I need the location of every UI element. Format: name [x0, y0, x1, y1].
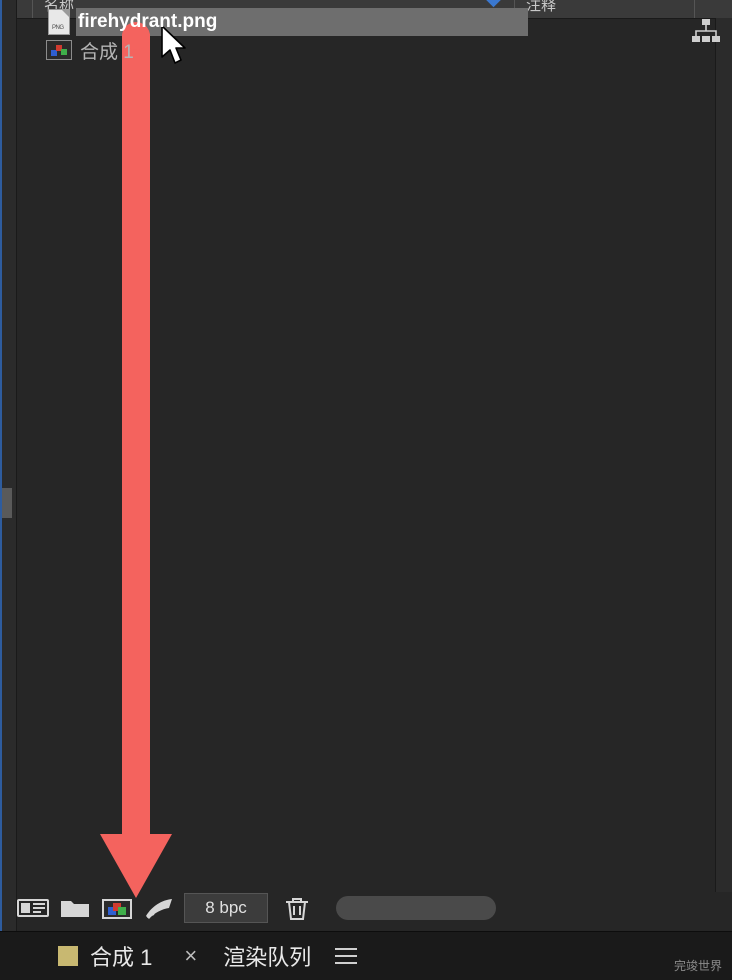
png-file-icon: PNG	[48, 9, 70, 35]
composition-icon	[46, 40, 72, 60]
watermark-label: 完竣世界	[673, 959, 722, 973]
tab-render-queue[interactable]: 渲染队列	[223, 940, 311, 972]
project-panel: 名称 注释 PNG firehydrant.png 合成 1 8 bpc	[0, 0, 732, 932]
list-item-label: firehydrant.png	[78, 11, 218, 32]
vertical-scrollbar-track[interactable]	[715, 18, 732, 892]
search-input[interactable]	[336, 896, 496, 920]
trash-icon[interactable]	[280, 892, 314, 924]
composition-icon-green	[61, 49, 67, 55]
new-composition-icon[interactable]	[100, 892, 134, 924]
list-item-label: 合成 1	[80, 41, 134, 63]
panel-left-gutter	[2, 0, 17, 932]
panel-resize-handle[interactable]	[2, 488, 12, 518]
list-item[interactable]: 合成 1	[16, 36, 696, 64]
bit-depth-button[interactable]: 8 bpc	[184, 893, 268, 923]
project-panel-toolbar: 8 bpc	[16, 890, 716, 926]
png-file-icon-label: PNG	[52, 25, 64, 31]
tab-composition-1[interactable]: 合成 1	[90, 940, 152, 972]
interpret-footage-icon[interactable]	[16, 892, 50, 924]
close-icon[interactable]: ×	[184, 943, 197, 969]
list-item[interactable]: PNG firehydrant.png	[16, 8, 696, 36]
project-settings-icon[interactable]	[142, 892, 176, 924]
column-header-diamond-icon[interactable]	[485, 0, 502, 8]
hamburger-menu-icon[interactable]	[335, 948, 358, 964]
composition-color-swatch	[58, 946, 78, 966]
new-folder-icon[interactable]	[58, 892, 92, 924]
timeline-tab-bar: 合成 1 × 渲染队列 完竣世界	[0, 931, 732, 980]
